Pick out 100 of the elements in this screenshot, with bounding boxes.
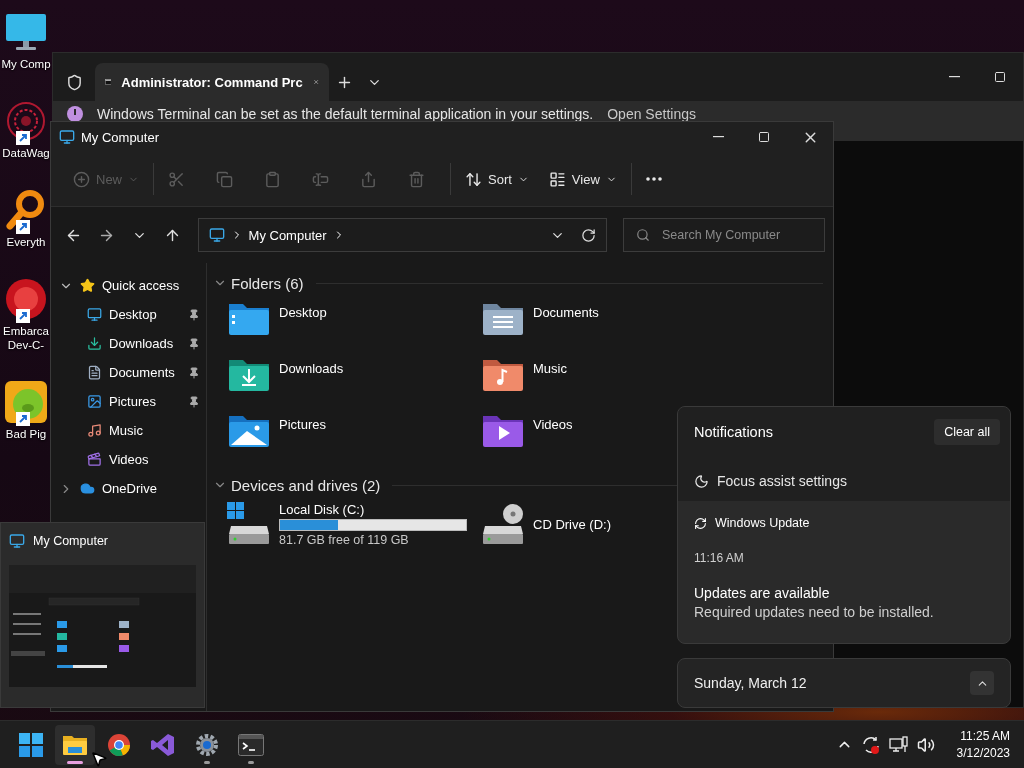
running-indicator <box>204 760 210 764</box>
shortcut-arrow-icon <box>16 412 30 426</box>
pin-icon[interactable] <box>188 395 200 408</box>
document-icon <box>87 365 102 380</box>
speaker-icon <box>916 735 935 754</box>
folder-name[interactable]: Desktop <box>279 301 327 320</box>
expand-calendar-button[interactable] <box>970 671 994 695</box>
drive-name[interactable]: Local Disk (C:) <box>279 501 467 517</box>
taskbar-app-button[interactable] <box>55 724 95 765</box>
shortcut-arrow-icon <box>16 309 30 323</box>
desktop-icon-label[interactable]: My Comp <box>0 57 52 71</box>
desktop-icon-label[interactable]: Embarca Dev-C- <box>0 324 52 352</box>
notification-time: 11:16 AM <box>694 551 745 565</box>
sidebar-item[interactable]: Quick access <box>51 271 206 300</box>
download-icon <box>87 336 102 351</box>
sidebar-item[interactable]: OneDrive <box>51 474 206 503</box>
section-header[interactable]: Folders (6) <box>231 274 304 292</box>
scissors-icon <box>168 170 185 188</box>
copy-icon <box>216 170 233 188</box>
search-icon <box>636 228 651 242</box>
music-note-icon <box>87 423 102 438</box>
shortcut-arrow-icon <box>16 220 30 234</box>
sidebar-item[interactable]: Downloads <box>51 329 206 358</box>
minimize-icon <box>712 136 724 138</box>
monitor-icon <box>208 227 225 243</box>
hard-drive-icon <box>227 502 271 546</box>
folder-icon <box>481 413 525 449</box>
sort-icon <box>465 170 482 188</box>
gear-icon <box>195 732 219 757</box>
sidebar-item[interactable]: Documents <box>51 358 206 387</box>
calendar-date: Sunday, March 12 <box>694 675 807 691</box>
sync-icon <box>860 734 881 755</box>
film-icon <box>87 452 102 467</box>
sidebar-item[interactable]: Pictures <box>51 387 206 416</box>
maximize-icon <box>758 131 770 143</box>
free-space-text: 81.7 GB free of 119 GB <box>279 532 410 547</box>
info-message: Windows Terminal can be set as the default terminal application in your settings. <box>97 106 594 122</box>
moon-icon <box>694 473 709 489</box>
maximize-icon <box>994 71 1006 83</box>
terminal-tab[interactable]: Administrator: Command Prc <box>95 63 329 101</box>
round-logo-icon <box>4 277 48 321</box>
running-indicator <box>67 760 83 764</box>
pin-icon[interactable] <box>188 337 200 350</box>
folder-name[interactable]: Documents <box>533 301 599 320</box>
refresh-icon <box>694 516 707 530</box>
mouse-cursor-icon <box>90 750 108 768</box>
folder-name[interactable]: Videos <box>533 413 573 432</box>
windows-logo-icon <box>19 732 43 757</box>
shortcut-arrow-icon <box>16 131 30 145</box>
more-icon <box>645 177 662 181</box>
monitor-icon <box>59 129 75 145</box>
folder-name[interactable]: Downloads <box>279 357 344 376</box>
address-bar[interactable]: My Computer <box>197 218 608 252</box>
browser-icon <box>107 732 131 757</box>
sidebar-item[interactable]: Videos <box>51 445 206 474</box>
view-icon <box>548 170 566 188</box>
network-button[interactable] <box>888 735 909 754</box>
folder-icon <box>227 413 271 449</box>
notification-app: Windows Update <box>715 516 810 530</box>
pin-icon[interactable] <box>188 308 200 321</box>
volume-button[interactable] <box>916 735 935 754</box>
drive-name[interactable]: CD Drive (D:) <box>533 516 611 532</box>
clear-all-button[interactable]: Clear all <box>934 419 1000 445</box>
notification-body: Required updates need to be installed. <box>694 604 935 620</box>
plus-icon <box>73 170 90 188</box>
section-header[interactable]: Devices and drives (2) <box>231 476 381 494</box>
folder-icon <box>227 357 271 393</box>
notification-card[interactable]: Windows Update 11:16 AM Updates are available Required updates need to be installed. <box>678 501 1010 630</box>
folder-icon <box>481 357 525 393</box>
folder-icon <box>227 301 271 337</box>
desktop-icon-label[interactable]: DataWag <box>0 146 52 160</box>
minimize-icon <box>948 76 960 78</box>
notification-heading: Updates are available <box>694 585 831 601</box>
shield-icon <box>65 73 83 91</box>
desktop-icon-label[interactable]: Bad Pig <box>0 427 52 441</box>
clock[interactable]: 11:25 AM 3/12/2023 <box>956 727 1010 762</box>
network-icon <box>888 735 909 754</box>
focus-assist-link[interactable]: Focus assist settings <box>694 461 1000 501</box>
sidebar-item[interactable]: Music <box>51 416 206 445</box>
rename-icon <box>312 170 329 188</box>
folder-icon <box>481 301 525 337</box>
monitor-icon <box>87 307 102 322</box>
search-field[interactable]: Search My Computer <box>623 218 826 252</box>
sidebar-item[interactable]: Desktop <box>51 300 206 329</box>
folder-name[interactable]: Pictures <box>279 413 326 432</box>
clipboard-icon <box>264 170 281 188</box>
folder-name[interactable]: Music <box>533 357 567 376</box>
pig-icon <box>4 380 48 424</box>
studio-icon <box>151 732 175 757</box>
update-button[interactable] <box>860 734 881 755</box>
sort-button[interactable]: Sort <box>457 163 537 195</box>
notifications-title: Notifications <box>694 424 773 440</box>
open-settings-link[interactable]: Open Settings <box>607 106 696 122</box>
refresh-icon[interactable] <box>581 227 597 243</box>
window-preview[interactable]: My Computer <box>0 522 205 708</box>
address-path[interactable]: My Computer <box>248 227 327 243</box>
view-button[interactable]: View <box>540 163 625 195</box>
pin-icon[interactable] <box>188 366 200 379</box>
desktop-icon-label[interactable]: Everyth <box>0 235 52 249</box>
terminal-icon <box>238 733 264 756</box>
